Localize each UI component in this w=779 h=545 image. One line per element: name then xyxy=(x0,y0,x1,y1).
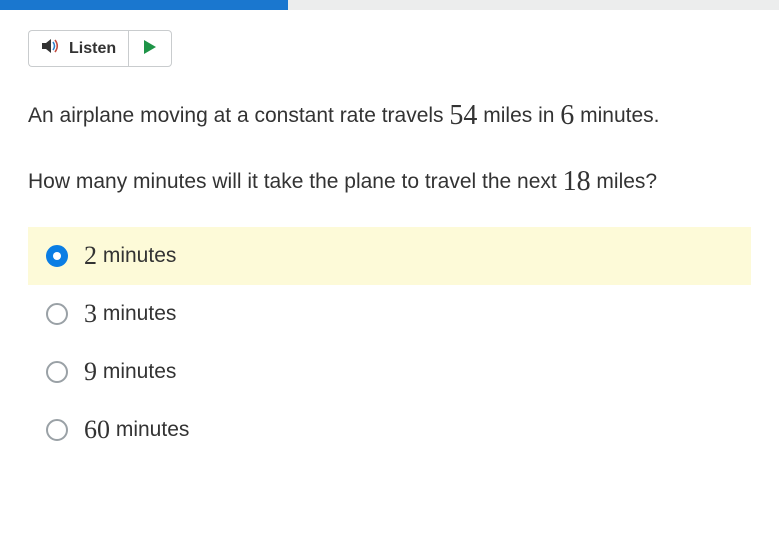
text: minutes. xyxy=(574,104,659,127)
answer-options: 2 minutes 3 minutes 9 minutes 60 minutes xyxy=(28,227,751,459)
text: How many minutes will it take the plane … xyxy=(28,170,563,193)
option-label: 2 minutes xyxy=(84,241,176,271)
option-value: 60 xyxy=(84,415,110,444)
listen-button[interactable]: Listen xyxy=(28,30,128,67)
option-value: 2 xyxy=(84,241,97,270)
number: 18 xyxy=(563,166,591,197)
option-1[interactable]: 3 minutes xyxy=(28,285,751,343)
progress-bar xyxy=(0,0,779,10)
play-button[interactable] xyxy=(128,30,172,67)
number: 54 xyxy=(449,100,477,131)
option-unit: minutes xyxy=(116,418,190,441)
option-0[interactable]: 2 minutes xyxy=(28,227,751,285)
speaker-icon xyxy=(41,37,61,60)
option-label: 9 minutes xyxy=(84,357,176,387)
option-label: 60 minutes xyxy=(84,415,189,445)
radio-icon xyxy=(46,361,68,383)
option-value: 3 xyxy=(84,299,97,328)
listen-label: Listen xyxy=(69,40,116,58)
progress-fill xyxy=(0,0,288,10)
text: miles? xyxy=(591,170,658,193)
text: An airplane moving at a constant rate tr… xyxy=(28,104,449,127)
question-line-2: How many minutes will it take the plane … xyxy=(28,161,751,203)
question-line-1: An airplane moving at a constant rate tr… xyxy=(28,95,751,137)
option-label: 3 minutes xyxy=(84,299,176,329)
radio-icon xyxy=(46,419,68,441)
play-icon xyxy=(143,39,157,58)
audio-toolbar: Listen xyxy=(28,30,751,67)
option-3[interactable]: 60 minutes xyxy=(28,401,751,459)
option-unit: minutes xyxy=(103,302,177,325)
number: 6 xyxy=(560,100,574,131)
option-value: 9 xyxy=(84,357,97,386)
radio-icon xyxy=(46,303,68,325)
text: miles in xyxy=(477,104,560,127)
radio-icon xyxy=(46,245,68,267)
option-unit: minutes xyxy=(103,360,177,383)
option-2[interactable]: 9 minutes xyxy=(28,343,751,401)
option-unit: minutes xyxy=(103,244,177,267)
